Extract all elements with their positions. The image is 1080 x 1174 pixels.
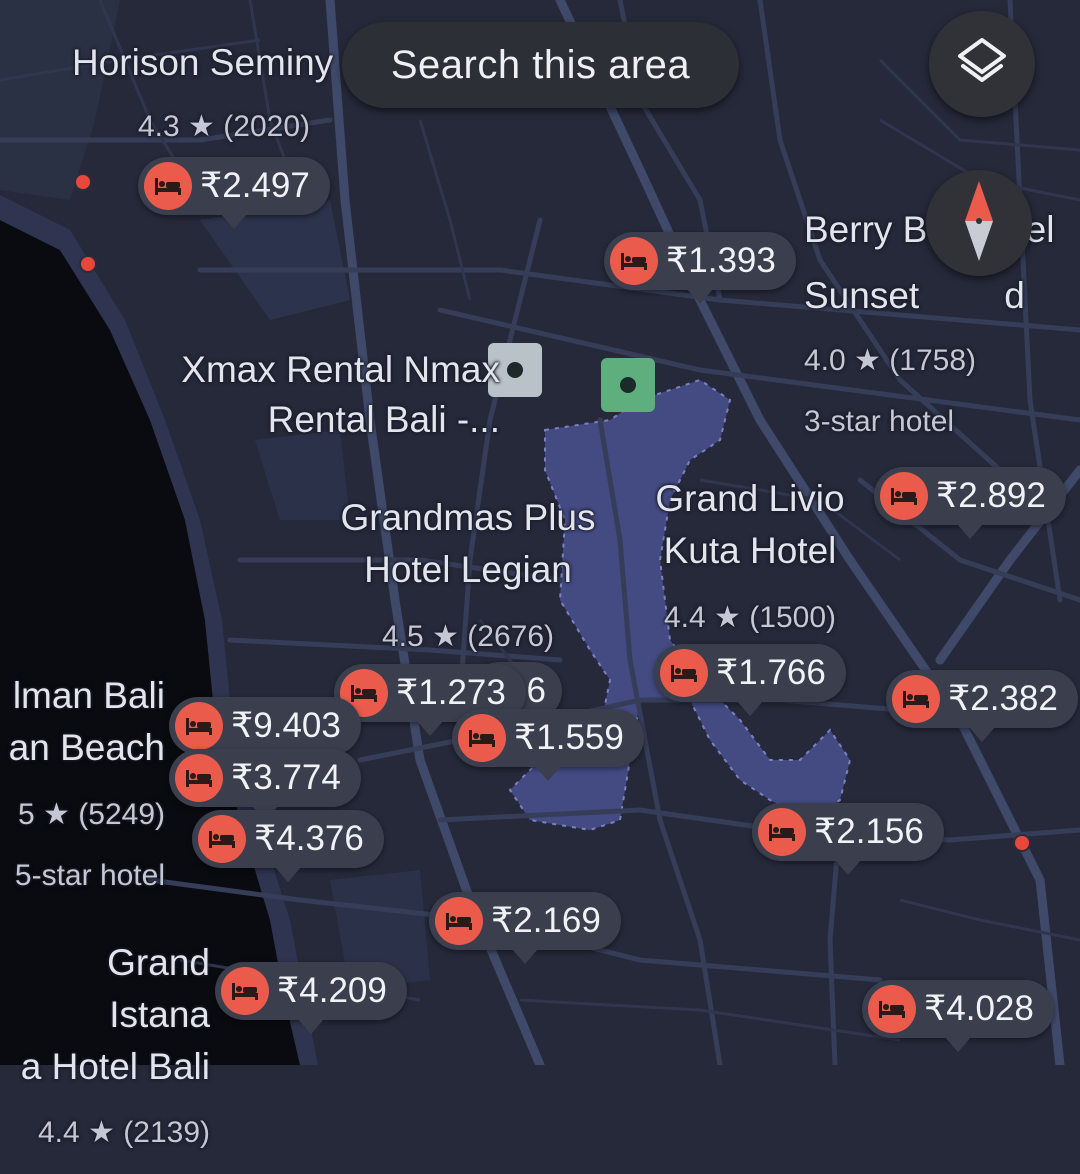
- price-pin[interactable]: ₹4.028: [862, 980, 1054, 1052]
- poi-marker-dot: [620, 377, 636, 393]
- compass-icon: [959, 179, 999, 268]
- place-name: Grand Livio Kuta Hotel: [655, 478, 845, 571]
- search-this-area-button[interactable]: Search this area: [342, 22, 739, 108]
- hotel-bed-icon: [610, 237, 658, 285]
- place-name: Horison Seminy: [72, 42, 334, 83]
- price-text: ₹4.376: [254, 819, 364, 858]
- hotel-bed-icon: [435, 897, 483, 945]
- place-rating: 4.4 ★ (2139): [38, 1116, 210, 1150]
- place-label-lman-bali[interactable]: lman Bali an Beach 5 ★ (5249) 5-star hot…: [0, 650, 165, 916]
- price-text-fragment: 6: [526, 671, 546, 710]
- poi-marker-dot: [507, 362, 523, 378]
- price-pin[interactable]: ₹2.169: [429, 892, 621, 964]
- hotel-bed-icon: [221, 967, 269, 1015]
- price-pin[interactable]: ₹3.774: [169, 749, 361, 821]
- place-name-line2: Sunset d: [804, 273, 1080, 319]
- price-text: ₹4.028: [924, 989, 1034, 1028]
- red-dot-marker[interactable]: [81, 257, 95, 271]
- price-pin[interactable]: ₹2.497: [138, 157, 330, 229]
- price-text: ₹3.774: [231, 758, 341, 797]
- price-text: ₹2.169: [491, 901, 601, 940]
- price-pin[interactable]: ₹1.393: [604, 232, 796, 304]
- place-rating: 4.4 ★ (1500): [664, 600, 836, 634]
- price-pin[interactable]: ₹2.892: [874, 467, 1066, 539]
- place-name: Grand Istana a Hotel Bali: [20, 942, 210, 1087]
- price-pin[interactable]: ₹1.559: [452, 709, 644, 781]
- price-text: ₹2.497: [200, 166, 310, 205]
- compass-button[interactable]: [926, 170, 1032, 276]
- price-text: ₹1.766: [716, 653, 826, 692]
- price-pin[interactable]: ₹4.209: [215, 962, 407, 1034]
- place-category: 5-star hotel: [14, 858, 165, 892]
- layers-icon: [954, 34, 1010, 95]
- hotel-bed-icon: [175, 754, 223, 802]
- place-name-text: d: [1004, 275, 1025, 317]
- hotel-bed-icon: [880, 472, 928, 520]
- place-category: 3-star hotel: [804, 404, 955, 438]
- place-rating: 4.0 ★ (1758): [804, 343, 976, 377]
- hotel-bed-icon: [758, 808, 806, 856]
- place-name: Xmax Rental Nmax Rental Bali -...: [181, 349, 500, 440]
- place-name-text: Berry B: [804, 209, 928, 250]
- price-pin[interactable]: ₹2.382: [886, 670, 1078, 742]
- price-pin[interactable]: ₹2.156: [752, 803, 944, 875]
- price-text: ₹2.156: [814, 812, 924, 851]
- hotel-bed-icon: [175, 702, 223, 750]
- price-text: ₹1.273: [396, 673, 506, 712]
- hotel-bed-icon: [892, 675, 940, 723]
- price-text: ₹9.403: [231, 706, 341, 745]
- layers-button[interactable]: [929, 11, 1035, 117]
- price-text: ₹1.559: [514, 718, 624, 757]
- price-text: ₹2.892: [936, 476, 1046, 515]
- place-rating: 4.3 ★ (2020): [138, 110, 310, 144]
- red-dot-marker[interactable]: [1015, 836, 1029, 850]
- place-rating: 5 ★ (5249): [18, 797, 165, 831]
- place-name-text: Sunset: [804, 275, 920, 317]
- hotel-bed-icon: [458, 714, 506, 762]
- place-name: lman Bali an Beach: [8, 675, 165, 768]
- place-name: Grandmas Plus Hotel Legian: [340, 497, 596, 590]
- price-text: ₹2.382: [948, 679, 1058, 718]
- hotel-bed-icon: [198, 815, 246, 863]
- hotel-bed-icon: [660, 649, 708, 697]
- place-label-xmax[interactable]: Xmax Rental Nmax Rental Bali -...: [100, 325, 500, 465]
- hotel-bed-icon: [868, 985, 916, 1033]
- price-text: ₹1.393: [666, 241, 776, 280]
- place-label-grand-istana[interactable]: Grand Istana a Hotel Bali 4.4 ★ (2139): [0, 917, 210, 1174]
- price-pin[interactable]: ₹9.403: [169, 697, 361, 769]
- price-text: ₹4.209: [277, 971, 387, 1010]
- price-pin[interactable]: ₹1.766: [654, 644, 846, 716]
- place-rating: 4.5 ★ (2676): [382, 619, 554, 653]
- price-pin[interactable]: ₹4.376: [192, 810, 384, 882]
- hotel-bed-icon: [144, 162, 192, 210]
- poi-marker-green[interactable]: [601, 358, 655, 412]
